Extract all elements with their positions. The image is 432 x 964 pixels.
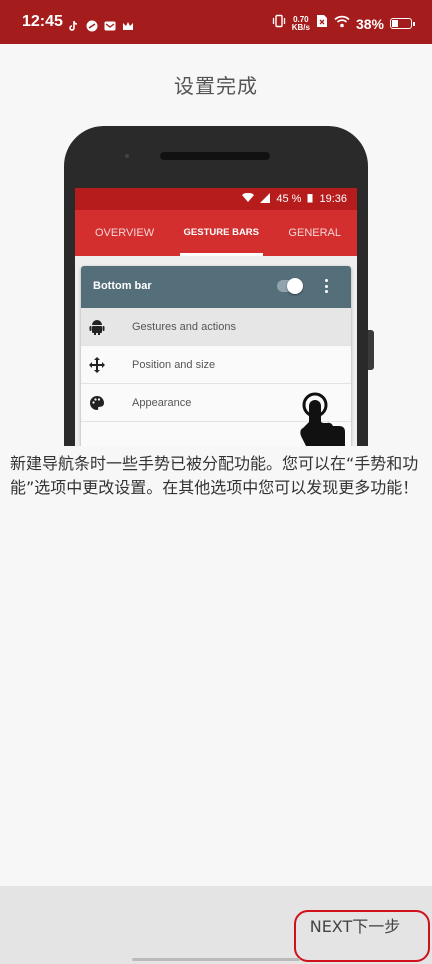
home-indicator[interactable]	[132, 958, 300, 961]
mockup-row-label: Gestures and actions	[132, 321, 236, 333]
mockup-tab-general: GENERAL	[288, 227, 341, 239]
palette-icon	[89, 395, 105, 411]
mockup-tab-gesture-bars: GESTURE BARS	[179, 210, 264, 256]
mockup-time: 19:36	[319, 193, 347, 205]
page-title: 设置完成	[174, 74, 258, 98]
mockup-wifi-icon	[242, 192, 255, 206]
mockup-card-header: Bottom bar	[81, 266, 351, 308]
mockup-status-bar: 45 % 19:36	[75, 188, 357, 210]
mockup-card: Bottom bar Gestures and actions Position…	[81, 266, 351, 446]
sim-icon	[316, 14, 328, 33]
hand-pointer-icon	[293, 392, 349, 446]
more-vert-icon	[325, 279, 329, 296]
description-text: 新建导航条时一些手势已被分配功能。您可以在“手势和功能”选项中更改设置。在其他选…	[10, 454, 419, 497]
move-icon	[89, 357, 105, 373]
mockup-row-label: Position and size	[132, 359, 216, 371]
crown-icon	[122, 17, 134, 30]
mockup-card-title: Bottom bar	[93, 280, 152, 292]
mockup-row-gestures: Gestures and actions	[81, 308, 351, 346]
status-right: 0.70 KB/s 38%	[272, 14, 415, 33]
net-speed-unit: KB/s	[291, 22, 310, 32]
mockup-tab-overview: OVERVIEW	[95, 227, 155, 239]
app-icon	[86, 17, 98, 32]
next-button[interactable]: NEXT下一步	[294, 910, 430, 962]
status-bar: 12:45 0.70 KB/s 38%	[0, 0, 432, 44]
mockup-battery-icon	[307, 193, 313, 206]
mockup-row-label: Appearance	[132, 397, 192, 409]
mockup-battery-text: 45 %	[276, 193, 302, 205]
status-time: 12:45	[22, 13, 63, 30]
mockup-toggle	[277, 278, 303, 294]
battery-percent: 38%	[355, 15, 384, 32]
phone-speaker	[160, 152, 270, 160]
notification-icons	[68, 17, 134, 32]
mail-icon	[104, 17, 116, 31]
camera-icon	[125, 154, 129, 158]
android-icon	[89, 319, 105, 335]
mockup-row-position: Position and size	[81, 346, 351, 384]
mockup-tabs: OVERVIEW GESTURE BARS GENERAL	[75, 210, 357, 256]
phone-screen: 45 % 19:36 OVERVIEW GESTURE BARS GENERAL…	[75, 188, 357, 446]
tiktok-icon	[68, 17, 80, 31]
battery-icon	[390, 18, 415, 29]
phone-illustration: 45 % 19:36 OVERVIEW GESTURE BARS GENERAL…	[64, 126, 368, 446]
mockup-signal-icon	[260, 192, 271, 206]
phone-side-button	[368, 330, 374, 370]
vibrate-icon	[272, 14, 286, 33]
wifi-icon	[334, 15, 350, 33]
net-speed: 0.70 KB/s	[291, 15, 310, 32]
